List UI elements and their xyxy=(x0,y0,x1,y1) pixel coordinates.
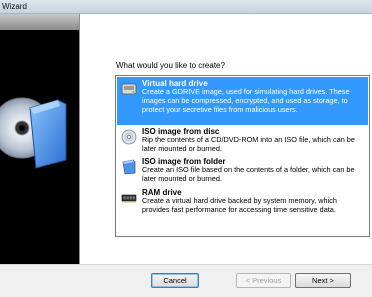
next-button[interactable]: Next > xyxy=(295,273,351,288)
option-virtual-hard-drive[interactable]: Virtual hard drive Create a GDRIVE image… xyxy=(117,77,368,125)
folder-icon xyxy=(122,159,136,175)
option-description: Create an ISO file based on the contents… xyxy=(142,165,355,183)
ram-chip-icon xyxy=(121,194,137,203)
option-iso-from-disc[interactable]: ISO image from disc Rip the contents of … xyxy=(117,125,368,154)
option-description: Create a GDRIVE image, used for simulati… xyxy=(142,87,350,114)
prompt-label: What would you like to create? xyxy=(116,61,225,70)
window-title: Wizard xyxy=(2,2,27,11)
cancel-button[interactable]: Cancel xyxy=(151,273,199,288)
option-description: Rip the contents of a CD/DVD-ROM into an… xyxy=(142,135,355,153)
option-description: Create a virtual hard drive backed by sy… xyxy=(142,196,337,214)
footer-left xyxy=(0,264,80,297)
create-options-list[interactable]: Virtual hard drive Create a GDRIVE image… xyxy=(115,75,370,237)
banner-header-strip xyxy=(0,14,79,30)
option-iso-from-folder[interactable]: ISO image from folder Create an ISO file… xyxy=(117,155,368,185)
title-bar: Wizard xyxy=(0,0,372,14)
disc-icon xyxy=(121,129,137,145)
disc-folder-illustration xyxy=(0,97,67,169)
hard-drive-icon xyxy=(121,83,137,95)
previous-button[interactable]: < Previous xyxy=(236,273,291,288)
option-ram-drive[interactable]: RAM drive Create a virtual hard drive ba… xyxy=(117,186,368,216)
